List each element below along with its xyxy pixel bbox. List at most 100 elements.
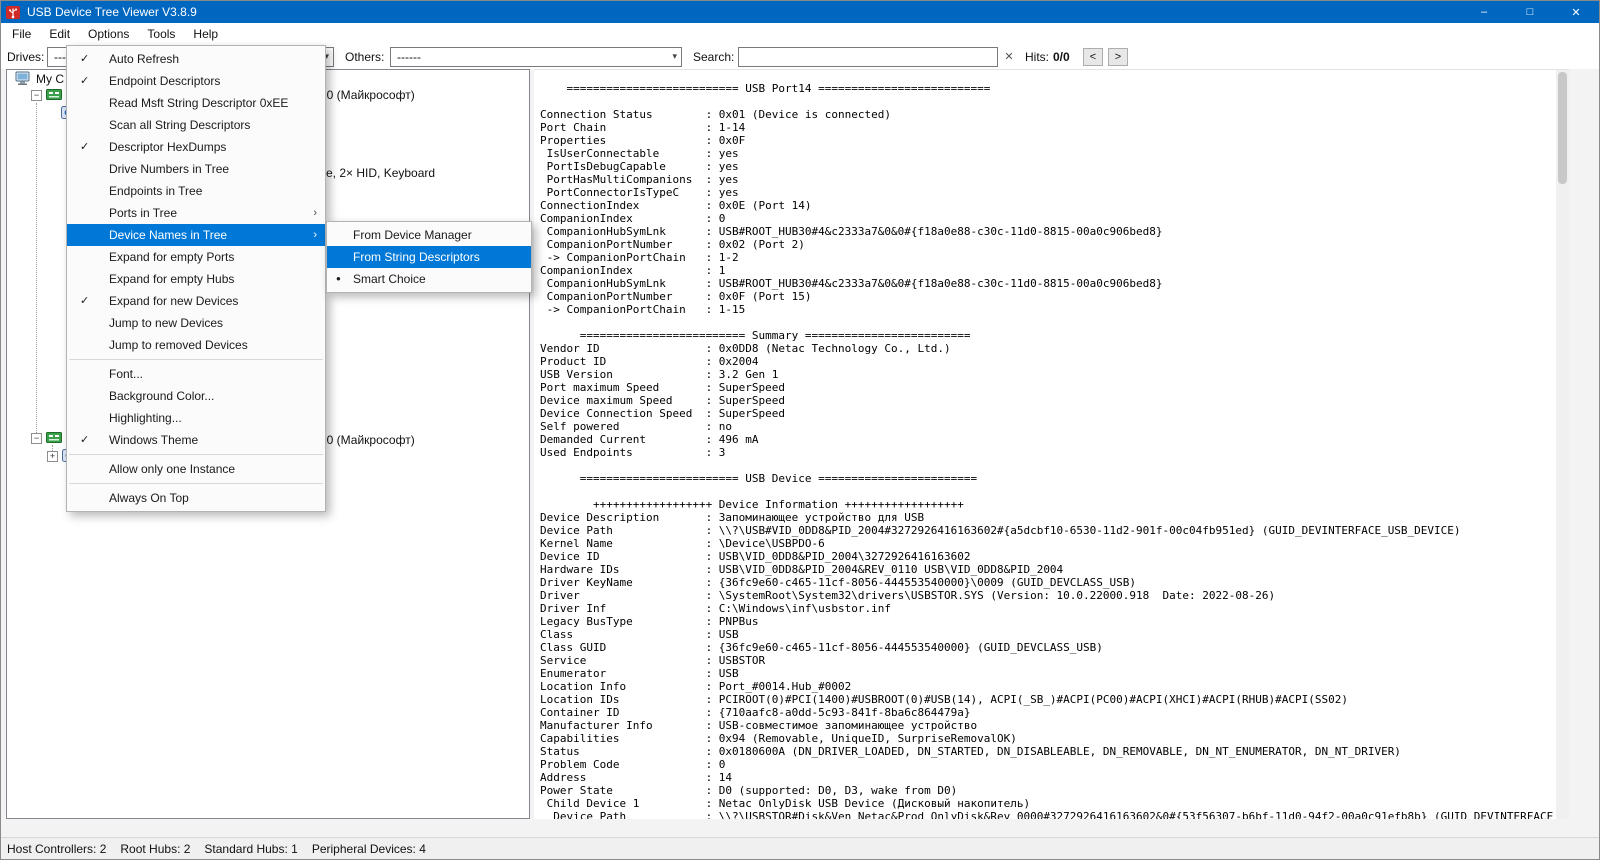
submenu-item-label: From String Descriptors	[353, 250, 480, 264]
detail-scrollbar[interactable]	[1556, 70, 1569, 819]
menu-item-background-color[interactable]: Background Color...	[67, 385, 325, 407]
menu-item-device-names-in-tree[interactable]: Device Names in Tree ›	[67, 224, 325, 246]
tree-item-fragment[interactable]: se, 2× HID, Keyboard	[320, 166, 435, 180]
menu-tools[interactable]: Tools	[138, 25, 184, 43]
previous-hit-button[interactable]: <	[1083, 48, 1103, 66]
menu-item-jump-to-new-devices[interactable]: Jump to new Devices	[67, 312, 325, 334]
menu-item-label: Scan all String Descriptors	[109, 118, 251, 132]
menu-options[interactable]: Options	[79, 25, 138, 43]
menu-item-label: Auto Refresh	[109, 52, 180, 66]
tree-item-fragment[interactable]: 20 (Майкрософт)	[320, 433, 415, 447]
hits-value: 0/0	[1053, 50, 1070, 64]
menu-separator	[69, 483, 323, 484]
host-controller-icon	[46, 88, 62, 104]
menu-item-windows-theme[interactable]: ✓ Windows Theme	[67, 429, 325, 451]
menu-item-endpoint-descriptors[interactable]: ✓ Endpoint Descriptors	[67, 70, 325, 92]
minimize-button[interactable]: –	[1461, 1, 1507, 23]
app-icon	[6, 5, 21, 20]
menu-item-label: Always On Top	[109, 491, 189, 505]
expander-expand-icon[interactable]: +	[47, 451, 58, 462]
radio-bullet-icon: ●	[336, 274, 341, 283]
menu-item-label: Background Color...	[109, 389, 215, 403]
menu-item-scan-all-string-descriptors[interactable]: Scan all String Descriptors	[67, 114, 325, 136]
tree-connector-line	[36, 103, 37, 433]
window-title: USB Device Tree Viewer V3.8.9	[27, 5, 197, 19]
menu-item-label: Font...	[109, 367, 144, 381]
menu-item-descriptor-hexdumps[interactable]: ✓ Descriptor HexDumps	[67, 136, 325, 158]
submenu-item-from-string-descriptors[interactable]: From String Descriptors	[327, 246, 531, 268]
status-bar: Host Controllers: 2 Root Hubs: 2 Standar…	[1, 837, 1599, 859]
maximize-button[interactable]: □	[1507, 1, 1553, 23]
status-standard-hubs: Standard Hubs: 1	[204, 841, 298, 856]
menu-item-label: Windows Theme	[109, 433, 199, 447]
menu-item-label: Endpoint Descriptors	[109, 74, 221, 88]
expander-collapse-icon[interactable]: −	[31, 433, 42, 444]
search-label: Search:	[693, 50, 735, 64]
menu-item-endpoints-in-tree[interactable]: Endpoints in Tree	[67, 180, 325, 202]
menu-item-highlighting[interactable]: Highlighting...	[67, 407, 325, 429]
menu-item-read-msft-string-descriptor[interactable]: Read Msft String Descriptor 0xEE	[67, 92, 325, 114]
menu-item-label: Expand for empty Hubs	[109, 272, 235, 286]
menu-item-label: Drive Numbers in Tree	[109, 162, 230, 176]
menu-item-drive-numbers-in-tree[interactable]: Drive Numbers in Tree	[67, 158, 325, 180]
menu-item-font[interactable]: Font...	[67, 363, 325, 385]
checkmark-icon: ✓	[80, 141, 90, 153]
menu-item-label: Allow only one Instance	[109, 462, 236, 476]
others-combobox[interactable]: ------ ▾	[390, 47, 682, 67]
next-hit-button[interactable]: >	[1108, 48, 1128, 66]
menu-edit[interactable]: Edit	[40, 25, 79, 43]
checkmark-icon: ✓	[80, 53, 90, 65]
status-root-hubs: Root Hubs: 2	[120, 841, 191, 856]
others-label: Others:	[345, 50, 385, 64]
hits-label: Hits:	[1025, 50, 1049, 64]
menu-item-label: Jump to removed Devices	[109, 338, 248, 352]
menu-item-ports-in-tree[interactable]: Ports in Tree ›	[67, 202, 325, 224]
menu-item-label: Device Names in Tree	[109, 228, 228, 242]
menu-item-allow-only-one-instance[interactable]: Allow only one Instance	[67, 458, 325, 480]
menu-item-label: Jump to new Devices	[109, 316, 224, 330]
menu-item-expand-for-empty-ports[interactable]: Expand for empty Ports	[67, 246, 325, 268]
device-detail-text[interactable]: ========================== USB Port14 ==…	[534, 70, 1569, 819]
submenu-item-from-device-manager[interactable]: From Device Manager	[327, 224, 531, 246]
search-clear-button[interactable]: ✕	[1001, 49, 1017, 65]
submenu-arrow-icon: ›	[313, 229, 317, 241]
tree-root-label[interactable]: My C	[36, 72, 64, 86]
search-input[interactable]	[738, 47, 998, 67]
menu-item-label: Expand for empty Ports	[109, 250, 235, 264]
others-combobox-value: ------	[397, 50, 421, 64]
expander-collapse-icon[interactable]: −	[31, 90, 42, 101]
checkmark-icon: ✓	[80, 295, 90, 307]
menu-item-always-on-top[interactable]: Always On Top	[67, 487, 325, 509]
checkmark-icon: ✓	[80, 75, 90, 87]
menu-item-label: Endpoints in Tree	[109, 184, 203, 198]
close-button[interactable]: ✕	[1553, 1, 1599, 23]
window-controls: – □ ✕	[1461, 1, 1599, 23]
menu-item-jump-to-removed-devices[interactable]: Jump to removed Devices	[67, 334, 325, 356]
menu-item-label: Expand for new Devices	[109, 294, 239, 308]
drives-label: Drives:	[7, 50, 45, 64]
menu-item-auto-refresh[interactable]: ✓ Auto Refresh	[67, 48, 325, 70]
submenu-item-label: Smart Choice	[353, 272, 426, 286]
menu-bar: File Edit Options Tools Help	[1, 23, 1599, 45]
menu-item-label: Descriptor HexDumps	[109, 140, 227, 154]
menu-item-expand-for-empty-hubs[interactable]: Expand for empty Hubs	[67, 268, 325, 290]
device-detail-panel: ========================== USB Port14 ==…	[534, 69, 1569, 819]
app-window: USB Device Tree Viewer V3.8.9 – □ ✕ File…	[0, 0, 1600, 860]
tree-item-fragment[interactable]: 20 (Майкрософт)	[320, 88, 415, 102]
menu-help[interactable]: Help	[184, 25, 227, 43]
submenu-item-smart-choice[interactable]: ● Smart Choice	[327, 268, 531, 290]
title-bar: USB Device Tree Viewer V3.8.9 – □ ✕	[1, 1, 1599, 23]
menu-file[interactable]: File	[3, 25, 40, 43]
checkmark-icon: ✓	[80, 434, 90, 446]
menu-item-label: Read Msft String Descriptor 0xEE	[109, 96, 289, 110]
menu-item-label: Highlighting...	[109, 411, 182, 425]
device-names-submenu: From Device Manager From String Descript…	[326, 221, 532, 293]
detail-scrollbar-thumb[interactable]	[1558, 72, 1567, 184]
status-peripheral-devices: Peripheral Devices: 4	[311, 841, 426, 856]
status-host-controllers: Host Controllers: 2	[7, 841, 107, 856]
menu-item-expand-for-new-devices[interactable]: ✓ Expand for new Devices	[67, 290, 325, 312]
submenu-arrow-icon: ›	[313, 207, 317, 219]
dropdown-arrow-icon: ▾	[672, 51, 677, 61]
menu-separator	[69, 359, 323, 360]
host-controller-icon	[46, 431, 62, 447]
